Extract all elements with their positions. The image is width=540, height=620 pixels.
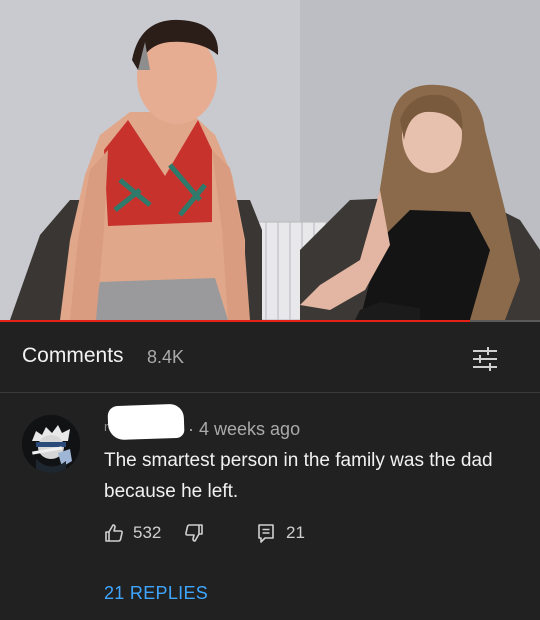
comment-text: The smartest person in the family was th… [104, 450, 493, 502]
reply-button[interactable]: 21 [256, 522, 305, 544]
video-progress-fill [0, 320, 470, 322]
view-replies-link[interactable]: 21 REPLIES [104, 583, 208, 604]
comment-item: r · 4 weeks ago The smartest person in t… [0, 393, 540, 620]
comments-screen: Comments 8.4K r · 4 weeks ago The smarte… [0, 0, 540, 620]
video-progress-bar[interactable] [0, 320, 540, 322]
comments-count: 8.4K [147, 347, 185, 367]
comment-timestamp: · 4 weeks ago [188, 419, 300, 440]
reply-count: 21 [286, 523, 305, 542]
separator-dot: · [188, 419, 194, 439]
reply-comment-icon [256, 523, 276, 543]
like-button[interactable]: 532 [104, 522, 161, 544]
timestamp-text: 4 weeks ago [199, 419, 301, 439]
thumbs-up-icon [104, 523, 124, 543]
dislike-button[interactable] [184, 522, 204, 544]
username-redaction [107, 403, 185, 441]
video-frame-image [0, 0, 540, 322]
sort-sliders-icon[interactable] [470, 346, 500, 372]
thumbs-down-icon [184, 523, 204, 543]
like-count: 532 [133, 523, 162, 542]
comments-title: Comments [22, 344, 124, 367]
video-player[interactable] [0, 0, 540, 322]
comments-header[interactable]: Comments 8.4K [0, 324, 540, 393]
avatar[interactable] [22, 415, 80, 473]
avatar-image [22, 415, 80, 473]
